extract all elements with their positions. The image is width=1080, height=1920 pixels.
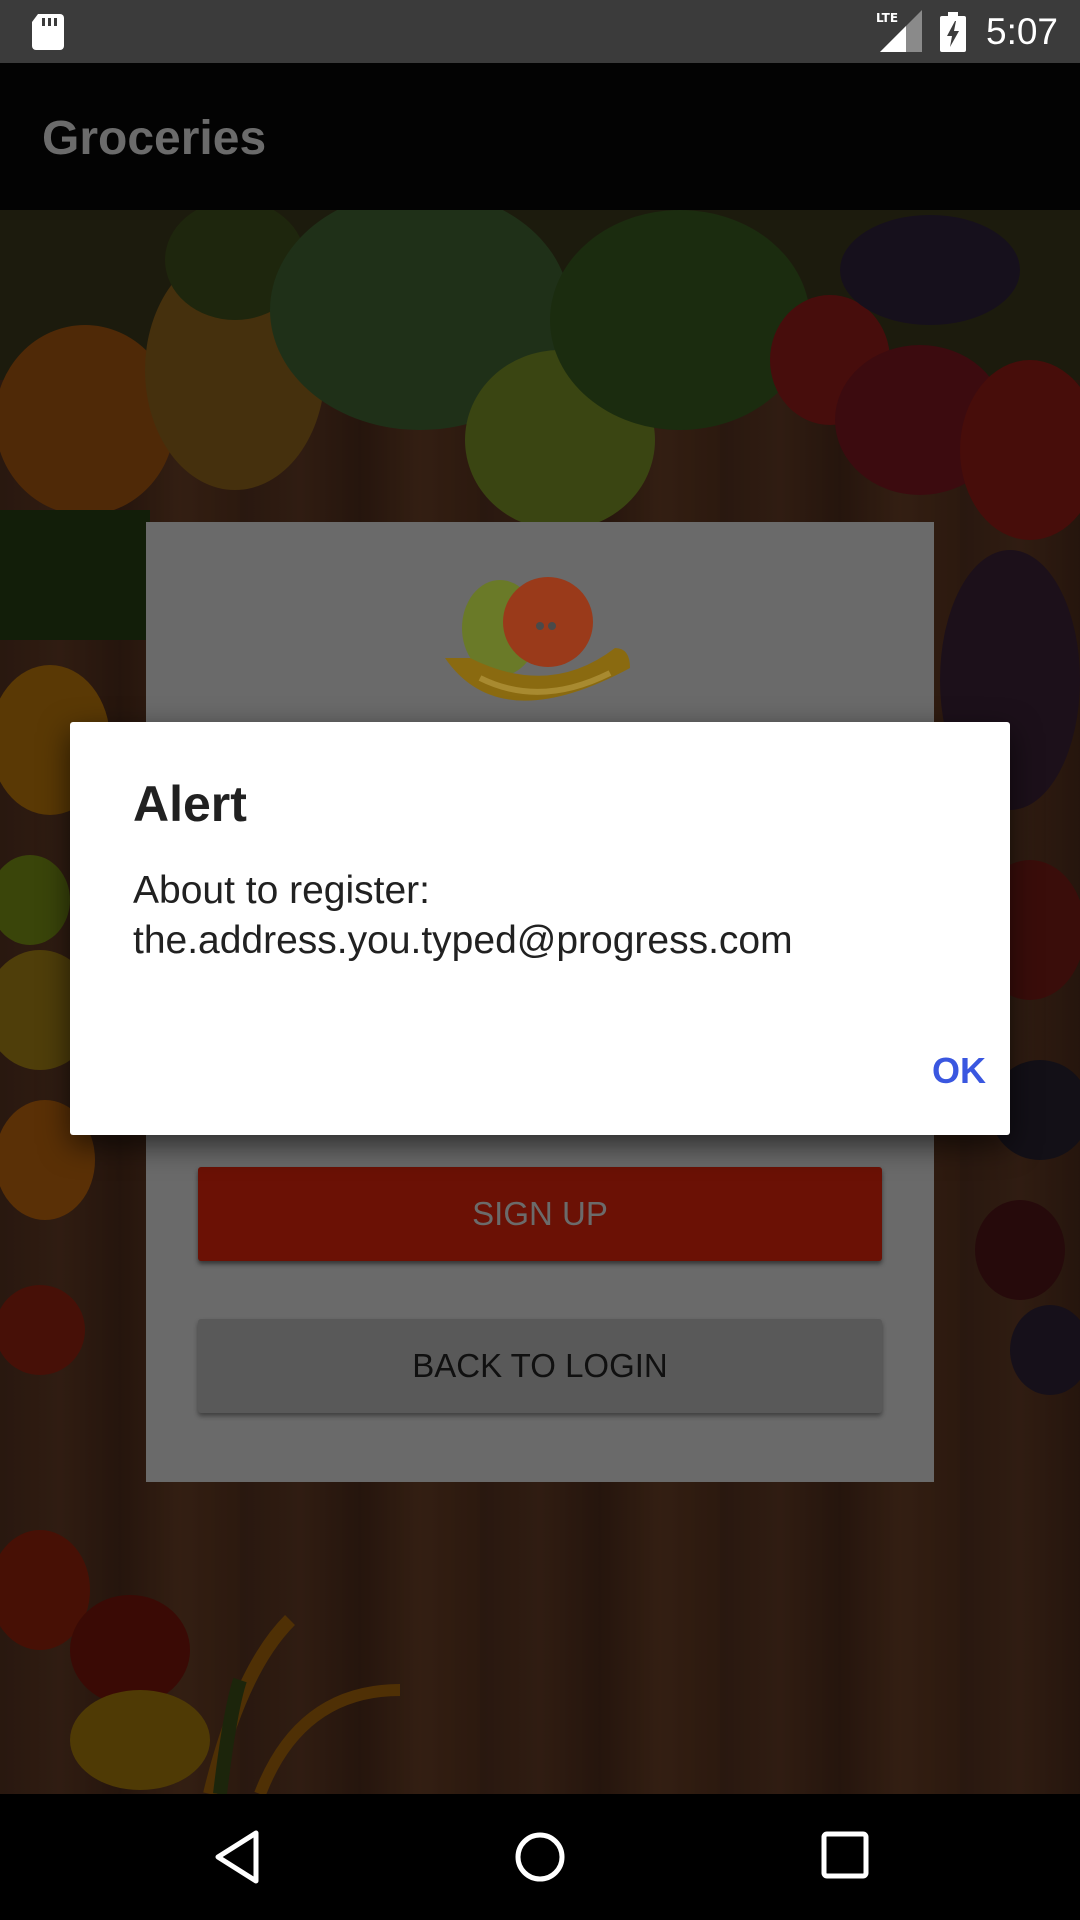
nav-bar (0, 1794, 1080, 1920)
sd-card-icon (32, 14, 64, 50)
lte-signal-icon: LTE (876, 10, 922, 52)
sign-up-button[interactable]: SIGN UP (198, 1167, 882, 1261)
dialog-title: Alert (133, 776, 247, 832)
back-icon[interactable] (210, 1827, 270, 1887)
ok-button[interactable]: OK (918, 1036, 1000, 1106)
app-bar: Groceries (0, 63, 1080, 210)
clock: 5:07 (986, 11, 1059, 52)
dialog-message: About to register: the.address.you.typed… (133, 869, 793, 962)
svg-text:LTE: LTE (876, 11, 898, 25)
status-bar: LTE 5:07 (0, 0, 1080, 63)
alert-dialog: Alert About to register: the.address.you… (70, 722, 1010, 1135)
fruit-logo-icon (445, 577, 630, 701)
back-to-login-button[interactable]: BACK TO LOGIN (198, 1319, 882, 1413)
recents-icon[interactable] (818, 1828, 874, 1884)
battery-charging-icon (940, 12, 966, 52)
app-title: Groceries (42, 112, 267, 165)
home-icon[interactable] (510, 1827, 570, 1887)
